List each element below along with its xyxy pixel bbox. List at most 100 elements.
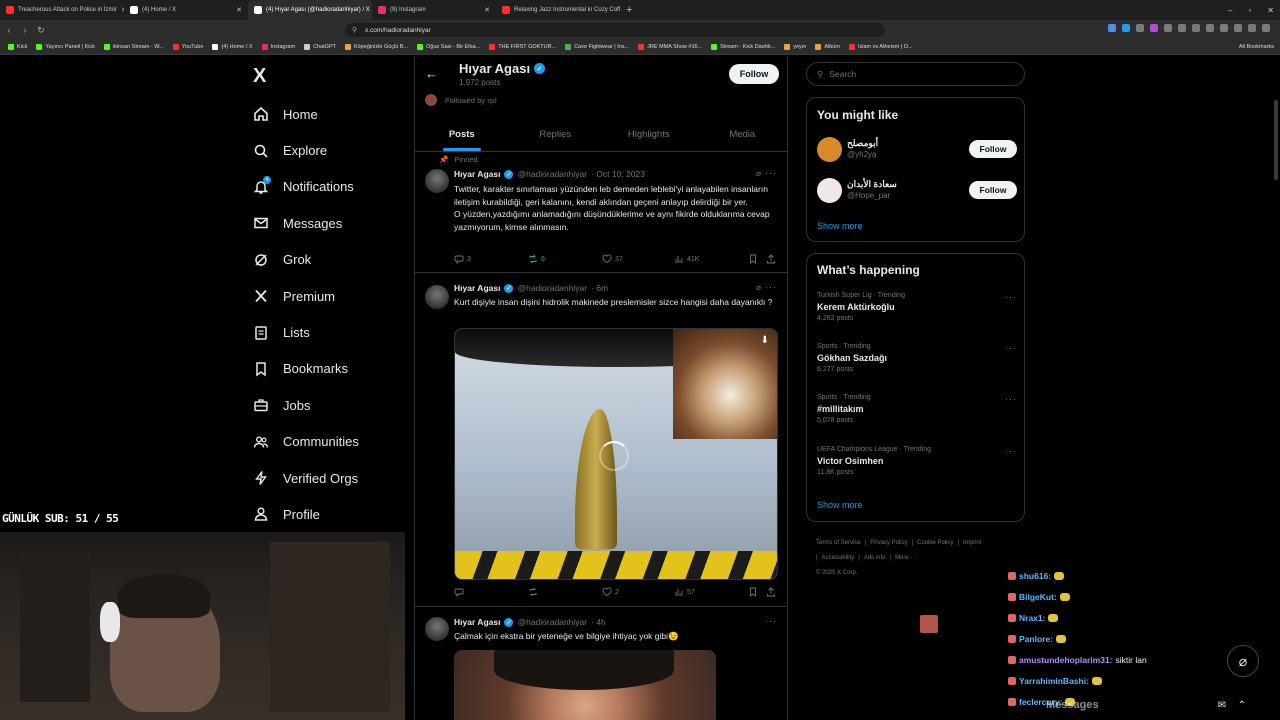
suggestion-name[interactable]: أبومصلح <box>847 138 878 149</box>
grok-icon[interactable]: ⌀ <box>756 169 761 178</box>
chat-username[interactable]: amustundehoplarim31: <box>1019 655 1113 665</box>
footer-link[interactable]: Terms of Service <box>816 540 861 546</box>
views-button[interactable]: 57 <box>674 587 695 597</box>
chat-username[interactable]: YarrahiminBashi: <box>1019 676 1089 686</box>
chat-username[interactable]: BilgeKut: <box>1019 592 1057 602</box>
suggestion-item[interactable]: سعادة الأبدان @Hope_par Follow <box>817 177 1017 207</box>
author-name[interactable]: Hıyar Agası <box>454 617 500 627</box>
bookmark-button[interactable] <box>748 254 758 264</box>
more-icon[interactable]: ··· <box>765 282 777 292</box>
browser-tab[interactable]: Relaxing Jazz Instrumental in Cozy Coffe… <box>496 0 620 20</box>
grok-float-button[interactable]: ⌀ <box>1227 645 1259 677</box>
tab-highlights[interactable]: Highlights <box>602 118 696 151</box>
show-more-link[interactable]: Show more <box>817 500 863 510</box>
bookmark-item[interactable]: yeyın <box>784 44 806 50</box>
more-icon[interactable]: ··· <box>1005 343 1017 353</box>
more-icon[interactable]: ··· <box>1005 292 1017 302</box>
extension-icon[interactable] <box>1234 24 1242 32</box>
tab-posts[interactable]: Posts <box>415 118 509 151</box>
close-tab-icon[interactable]: ✕ <box>236 6 242 14</box>
trend-item[interactable]: Sports · Trending #millitakım 5,078 post… <box>817 394 1017 424</box>
messages-drawer[interactable]: Messages ✉ ⌃ <box>1020 690 1260 720</box>
new-message-icon[interactable]: ✉ <box>1218 700 1226 711</box>
follow-button[interactable]: Follow <box>969 140 1017 158</box>
bookmark-item[interactable]: JRE MMA Show #16... <box>638 44 702 50</box>
extension-icon[interactable] <box>1178 24 1186 32</box>
extension-icon[interactable] <box>1262 24 1270 32</box>
tab-replies[interactable]: Replies <box>509 118 603 151</box>
browser-tab[interactable]: Treacherous Attack on Police in İzmir ✕ <box>0 0 124 20</box>
x-logo[interactable]: X <box>253 65 266 88</box>
views-button[interactable]: 41K <box>674 254 699 264</box>
reply-button[interactable] <box>454 587 464 597</box>
new-tab-button[interactable]: + <box>620 4 638 16</box>
scrollbar[interactable] <box>1274 100 1278 180</box>
author-handle[interactable]: @hadioradanhiyar <box>517 283 587 293</box>
more-icon[interactable]: ··· <box>765 168 777 178</box>
url-bar[interactable]: ⚲ x.com/hadioradanhiyar <box>345 23 885 37</box>
maximize-icon[interactable]: ▫ <box>1248 6 1251 15</box>
more-icon[interactable]: ··· <box>765 616 777 626</box>
bookmark-item[interactable]: Kick <box>8 44 27 50</box>
nav-item-explore[interactable]: Explore <box>252 132 359 168</box>
reply-button[interactable]: 3 <box>454 254 471 264</box>
back-arrow-icon[interactable]: ← <box>425 66 438 81</box>
expand-icon[interactable]: ⌃ <box>1238 700 1246 711</box>
back-icon[interactable]: ‹ <box>2 25 16 35</box>
extension-icon[interactable] <box>1192 24 1200 32</box>
nav-item-communities[interactable]: Communities <box>252 424 359 460</box>
author-handle[interactable]: @hadioradanhiyar <box>517 169 587 179</box>
nav-item-notifications[interactable]: 4 Notifications <box>252 169 359 205</box>
chat-username[interactable]: Panlore: <box>1019 634 1053 644</box>
tweet[interactable]: 📌 Pinned Hıyar Agası ✓ @hadioradanhiyar … <box>415 153 787 273</box>
footer-link[interactable]: Cookie Policy <box>917 540 953 546</box>
browser-tab[interactable]: (9) Instagram ✕ <box>372 0 496 20</box>
tweet-time[interactable]: · 4h <box>591 617 606 627</box>
tab-media[interactable]: Media <box>696 118 788 151</box>
share-button[interactable] <box>766 254 776 264</box>
bookmark-item[interactable]: Stream - Kick Dashb... <box>711 44 775 50</box>
extension-icon[interactable] <box>1122 24 1130 32</box>
suggestion-name[interactable]: سعادة الأبدان <box>847 179 897 190</box>
minimize-icon[interactable]: – <box>1228 6 1232 15</box>
bookmark-item[interactable]: Cave Fightwear | Ins... <box>565 44 629 50</box>
nav-item-grok[interactable]: Grok <box>252 242 359 278</box>
extension-icon[interactable] <box>1206 24 1214 32</box>
more-icon[interactable]: ··· <box>1005 394 1017 404</box>
browser-tab[interactable]: (4) Hıyar Agası (@hadioradanhiyar) / X✕ <box>248 0 372 20</box>
close-tab-icon[interactable]: ✕ <box>484 6 490 14</box>
author-name[interactable]: Hıyar Agası <box>454 283 500 293</box>
extension-icon[interactable] <box>1220 24 1228 32</box>
nav-item-profile[interactable]: Profile <box>252 496 359 532</box>
tweet-media[interactable]: ⬇ <box>454 328 778 580</box>
footer-link[interactable]: Imprint <box>963 540 981 546</box>
trend-item[interactable]: Sports · Trending Gökhan Sazdağı 6,277 p… <box>817 343 1017 373</box>
bookmark-button[interactable] <box>748 587 758 597</box>
trend-item[interactable]: Turkish Super Lig · Trending Kerem Aktür… <box>817 292 1017 322</box>
author-handle[interactable]: @hadioradanhiyar <box>517 617 587 627</box>
share-button[interactable] <box>766 587 776 597</box>
avatar[interactable] <box>425 285 449 309</box>
bookmark-item[interactable]: Islam vs Atheism | O... <box>848 44 913 50</box>
reload-icon[interactable]: ↻ <box>34 25 48 36</box>
extension-icon[interactable] <box>1248 24 1256 32</box>
repost-button[interactable] <box>528 587 538 597</box>
avatar[interactable] <box>817 178 842 203</box>
bookmark-item[interactable]: Oğuz Sasi - Bir Efsa... <box>417 44 480 50</box>
bookmark-item[interactable]: Köpeğinizle Güçlü B... <box>345 44 408 50</box>
repost-button[interactable]: 6 <box>528 254 545 264</box>
bookmark-item[interactable]: Instagram <box>261 44 295 50</box>
followed-by[interactable]: Followed by ışıl <box>425 94 497 106</box>
follow-button[interactable]: Follow <box>729 64 779 84</box>
nav-item-bookmarks[interactable]: Bookmarks <box>252 351 359 387</box>
extension-icon[interactable] <box>1150 24 1158 32</box>
nav-item-messages[interactable]: Messages <box>252 205 359 241</box>
extension-icon[interactable] <box>1136 24 1144 32</box>
close-window-icon[interactable]: ✕ <box>1267 6 1274 15</box>
footer-link[interactable]: Privacy Policy <box>870 540 907 546</box>
grok-icon[interactable]: ⌀ <box>756 283 761 292</box>
bookmark-item[interactable]: ikinsan Stream - W... <box>104 44 164 50</box>
avatar[interactable] <box>817 137 842 162</box>
nav-item-home[interactable]: Home <box>252 96 359 132</box>
avatar[interactable] <box>425 617 449 641</box>
